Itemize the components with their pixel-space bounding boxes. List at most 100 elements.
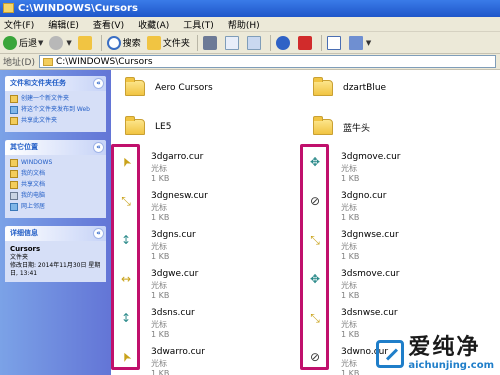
details-header[interactable]: 详细信息 «	[5, 226, 106, 241]
task-share-folder[interactable]: 共享此文件夹	[10, 117, 101, 125]
toolbar-separator	[269, 34, 271, 51]
file-size: 1 KB	[341, 330, 360, 339]
menu-help[interactable]: 帮助(H)	[228, 18, 260, 31]
file-type: 光标	[151, 359, 167, 368]
task-pane: 文件和文件夹任务 « 创建一个新文件夹 将这个文件夹发布到 Web 共享此文件夹…	[0, 70, 111, 375]
file-type: 光标	[341, 281, 357, 290]
properties-icon	[326, 35, 341, 50]
undo-icon	[275, 35, 290, 50]
folder-icon	[125, 116, 145, 135]
collapse-icon[interactable]: «	[93, 228, 104, 239]
folders-button[interactable]: 文件夹	[146, 35, 190, 50]
properties-button[interactable]	[326, 35, 343, 50]
diagonal-resize-icon: ⤡	[121, 193, 131, 208]
delete-icon	[297, 35, 312, 50]
new-folder-icon	[10, 95, 18, 103]
back-arrow-icon	[3, 35, 17, 50]
collapse-icon[interactable]: «	[93, 142, 104, 153]
menu-file[interactable]: 文件(F)	[4, 18, 34, 31]
file-name: 3dsmove.cur	[341, 269, 400, 279]
other-places-panel: 其它位置 « WINDOWS 我的文档 共享文档 我的电脑 网上邻居	[5, 140, 106, 218]
file-size: 1 KB	[151, 252, 170, 261]
toolbar-separator	[100, 34, 102, 51]
file-type: 光标	[151, 320, 167, 329]
file-name: 3dgns.cur	[151, 230, 196, 240]
address-bar: 地址(D) C:\WINDOWS\Cursors	[0, 54, 500, 70]
address-input[interactable]: C:\WINDOWS\Cursors	[38, 55, 496, 68]
file-name: 3dgmove.cur	[341, 152, 401, 162]
toolbar-separator	[196, 34, 198, 51]
delete-button[interactable]	[297, 35, 314, 50]
forward-button[interactable]: ▼	[49, 35, 72, 50]
folder-item-blue-cow[interactable]: 蓝牛头	[313, 116, 370, 135]
diagonal-resize-icon: ⤡	[310, 310, 320, 325]
place-network[interactable]: 网上邻居	[10, 203, 101, 211]
file-type: 光标	[151, 281, 167, 290]
file-name: 3dgno.cur	[341, 191, 387, 201]
publish-web-icon	[10, 106, 18, 114]
file-name: 3dsnwse.cur	[341, 308, 398, 318]
cut-button[interactable]	[202, 35, 219, 50]
folder-icon	[313, 77, 333, 96]
details-panel: 详细信息 « Cursors 文件夹 修改日期: 2014年11月30日 星期日…	[5, 226, 106, 282]
menu-tools[interactable]: 工具(T)	[183, 18, 214, 31]
collapse-icon[interactable]: «	[93, 78, 104, 89]
computer-icon	[10, 192, 18, 200]
place-my-documents[interactable]: 我的文档	[10, 170, 101, 178]
file-tasks-panel: 文件和文件夹任务 « 创建一个新文件夹 将这个文件夹发布到 Web 共享此文件夹	[5, 76, 106, 132]
title-bar: C:\WINDOWS\Cursors	[0, 0, 500, 17]
file-size: 1 KB	[341, 213, 360, 222]
unavailable-cursor-icon: ⊘	[309, 194, 321, 208]
watermark-brand: 爱纯净	[408, 335, 481, 360]
paste-button[interactable]	[246, 35, 263, 50]
folder-icon	[3, 3, 14, 13]
file-type: 光标	[341, 203, 357, 212]
file-size: 1 KB	[151, 213, 170, 222]
highlight-box-right	[300, 144, 329, 370]
task-publish-web[interactable]: 将这个文件夹发布到 Web	[10, 106, 101, 114]
move-cursor-icon: ✥	[309, 155, 321, 169]
file-tasks-header[interactable]: 文件和文件夹任务 «	[5, 76, 106, 91]
other-places-header[interactable]: 其它位置 «	[5, 140, 106, 155]
up-button[interactable]	[77, 35, 94, 50]
task-new-folder[interactable]: 创建一个新文件夹	[10, 95, 101, 103]
file-list: Aero Cursors dzartBlue LE5 蓝牛头 ➤ 3dgarro.…	[111, 70, 500, 375]
views-icon	[348, 35, 363, 50]
file-type: 光标	[151, 203, 167, 212]
copy-button[interactable]	[224, 35, 241, 50]
folder-icon	[10, 170, 18, 178]
menu-edit[interactable]: 编辑(E)	[48, 18, 79, 31]
undo-button[interactable]	[275, 35, 292, 50]
file-name: 3dgnesw.cur	[151, 191, 208, 201]
back-button[interactable]: 后退 ▼	[3, 35, 44, 50]
file-name: 3dwarro.cur	[151, 347, 205, 357]
diagonal-resize-icon: ⤡	[310, 232, 320, 247]
place-my-computer[interactable]: 我的电脑	[10, 192, 101, 200]
chevron-down-icon: ▼	[66, 38, 72, 47]
details-name: Cursors	[10, 245, 41, 253]
file-type: 光标	[151, 164, 167, 173]
file-name: 3dsns.cur	[151, 308, 195, 318]
toolbar: 后退 ▼ ▼ 搜索 文件夹 ▼	[0, 32, 500, 54]
place-windows[interactable]: WINDOWS	[10, 159, 101, 167]
menu-view[interactable]: 查看(V)	[93, 18, 124, 31]
folder-icon	[313, 116, 333, 135]
views-button[interactable]: ▼	[348, 35, 372, 50]
chevron-down-icon: ▼	[365, 38, 372, 47]
file-type: 光标	[341, 164, 357, 173]
folder-item-dzartblue[interactable]: dzartBlue	[313, 77, 386, 96]
file-size: 1 KB	[151, 291, 170, 300]
folder-icon	[42, 57, 53, 66]
menu-bar: 文件(F) 编辑(E) 查看(V) 收藏(A) 工具(T) 帮助(H)	[0, 17, 500, 32]
search-button[interactable]: 搜索	[106, 35, 141, 50]
place-shared-documents[interactable]: 共享文档	[10, 181, 101, 189]
details-modified: 修改日期: 2014年11月30日 星期日, 13:41	[10, 262, 101, 277]
forward-arrow-icon	[49, 35, 64, 50]
unavailable-cursor-icon: ⊘	[309, 350, 321, 364]
menu-favorites[interactable]: 收藏(A)	[138, 18, 169, 31]
folder-item-le5[interactable]: LE5	[125, 116, 171, 135]
file-size: 1 KB	[341, 369, 360, 375]
folder-item-aero-cursors[interactable]: Aero Cursors	[125, 77, 213, 96]
chevron-down-icon: ▼	[38, 38, 44, 47]
file-size: 1 KB	[341, 291, 360, 300]
